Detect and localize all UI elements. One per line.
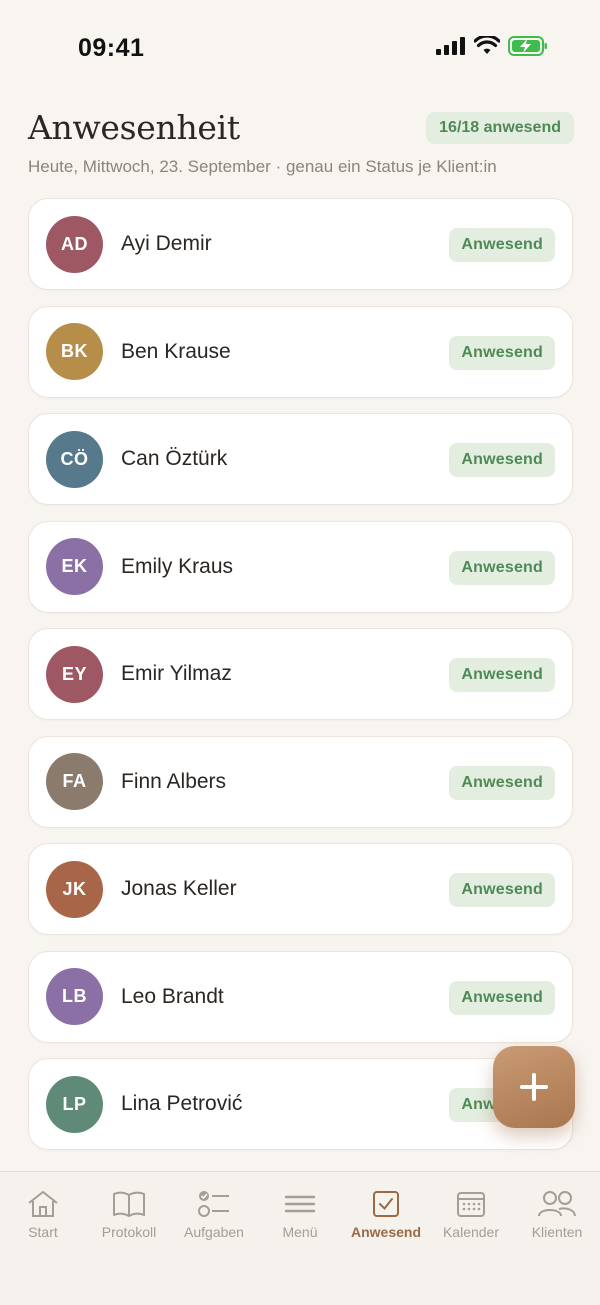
people-icon	[538, 1191, 576, 1217]
tab-label: Aufgaben	[184, 1224, 244, 1240]
avatar: FA	[46, 753, 103, 810]
client-name: Emir Yilmaz	[121, 662, 232, 685]
client-name: Jonas Keller	[121, 877, 237, 900]
tab-kalender[interactable]: Kalender	[428, 1188, 514, 1240]
avatar: BK	[46, 323, 103, 380]
avatar-initials: BK	[61, 341, 88, 361]
tab-label: Protokoll	[101, 1224, 157, 1240]
client-name: Finn Albers	[121, 769, 227, 793]
client-row[interactable]: EY Emir Yilmaz Anwesend	[28, 628, 573, 720]
avatar-initials: FA	[62, 771, 87, 791]
status-chip[interactable]: Anwesend	[449, 335, 555, 370]
avatar: LB	[46, 968, 103, 1025]
tab-menu[interactable]: Menü	[257, 1188, 343, 1240]
tab-klienten[interactable]: Klienten	[514, 1188, 600, 1240]
status-chip[interactable]: Anwesend	[449, 228, 555, 262]
avatar: AD	[46, 215, 103, 273]
wifi-icon	[474, 36, 500, 54]
client-name: Emily Kraus	[121, 554, 234, 578]
tab-label: Kalender	[442, 1224, 500, 1240]
client-name: Ayi Demir	[121, 232, 212, 255]
status-chip[interactable]: Anwesend	[449, 443, 555, 477]
plus-icon	[520, 1073, 548, 1101]
add-button[interactable]	[493, 1046, 575, 1128]
tab-protokoll[interactable]: Protokoll	[86, 1188, 172, 1240]
avatar-initials: AD	[61, 233, 88, 254]
book-icon	[113, 1191, 145, 1217]
avatar: JK	[46, 860, 103, 918]
client-name: Leo Brandt	[121, 984, 224, 1008]
page-header: Anwesenheit 16/18 anwesend Heute, Mittwo…	[28, 108, 574, 177]
status-chip[interactable]: Anwesend	[449, 550, 555, 585]
menu-icon	[284, 1195, 316, 1213]
client-row[interactable]: LP Lina Petrović Anwesend	[28, 1058, 573, 1150]
tab-label: Menü	[282, 1224, 318, 1240]
tab-start[interactable]: Start	[0, 1188, 86, 1240]
status-time: 09:41	[78, 34, 145, 62]
status-chip[interactable]: Anwesend	[449, 980, 555, 1015]
tab-anwesend[interactable]: Anwesend	[343, 1188, 429, 1240]
avatar: LP	[46, 1075, 103, 1133]
tab-label: Start	[28, 1224, 58, 1240]
avatar-initials: EK	[61, 556, 88, 576]
avatar: CÖ	[46, 430, 103, 488]
client-row[interactable]: BK Ben Krause Anwesend	[28, 305, 573, 398]
signal-icon	[436, 37, 465, 55]
status-chip[interactable]: Anwesend	[449, 873, 555, 907]
client-row[interactable]: AD Ayi Demir Anwesend	[28, 198, 573, 290]
calendar-icon	[457, 1192, 485, 1217]
page-subtitle: Heute, Mittwoch, 23. September · genau e…	[28, 157, 497, 176]
client-row[interactable]: CÖ Can Öztürk Anwesend	[28, 413, 573, 505]
checklist-icon	[198, 1191, 229, 1217]
tab-label: Klienten	[531, 1224, 583, 1240]
avatar: EY	[46, 645, 103, 703]
status-chip[interactable]: Anwesend	[449, 658, 555, 692]
client-list: AD Ayi Demir Anwesend BK Ben Krause Anwe…	[28, 198, 573, 1166]
client-row[interactable]: EK Emily Kraus Anwesend	[28, 520, 573, 613]
avatar-initials: CÖ	[60, 448, 89, 469]
tab-label: Anwesend	[350, 1224, 421, 1240]
client-row[interactable]: JK Jonas Keller Anwesend	[28, 843, 573, 935]
checkbox-icon	[373, 1191, 399, 1217]
client-row[interactable]: FA Finn Albers Anwesend	[28, 735, 573, 828]
avatar: EK	[46, 538, 103, 595]
client-name: Can Öztürk	[121, 447, 228, 470]
client-name: Lina Petrović	[121, 1092, 243, 1115]
tab-aufgaben[interactable]: Aufgaben	[171, 1188, 257, 1240]
avatar-initials: JK	[62, 878, 87, 899]
client-name: Ben Krause	[121, 339, 231, 363]
attendance-count-badge: 16/18 anwesend	[426, 112, 574, 144]
tab-bar: Start Protokoll Aufgaben Menü Anwesend K…	[0, 1171, 600, 1305]
status-bar: 09:41	[0, 0, 600, 96]
home-icon	[28, 1191, 58, 1217]
avatar-initials: LB	[62, 986, 87, 1006]
status-chip[interactable]: Anwesend	[449, 765, 555, 800]
status-icons	[436, 36, 548, 56]
avatar-initials: LP	[62, 1093, 87, 1114]
client-row[interactable]: LB Leo Brandt Anwesend	[28, 950, 573, 1043]
avatar-initials: EY	[61, 663, 87, 684]
battery-charging-icon	[508, 36, 547, 56]
